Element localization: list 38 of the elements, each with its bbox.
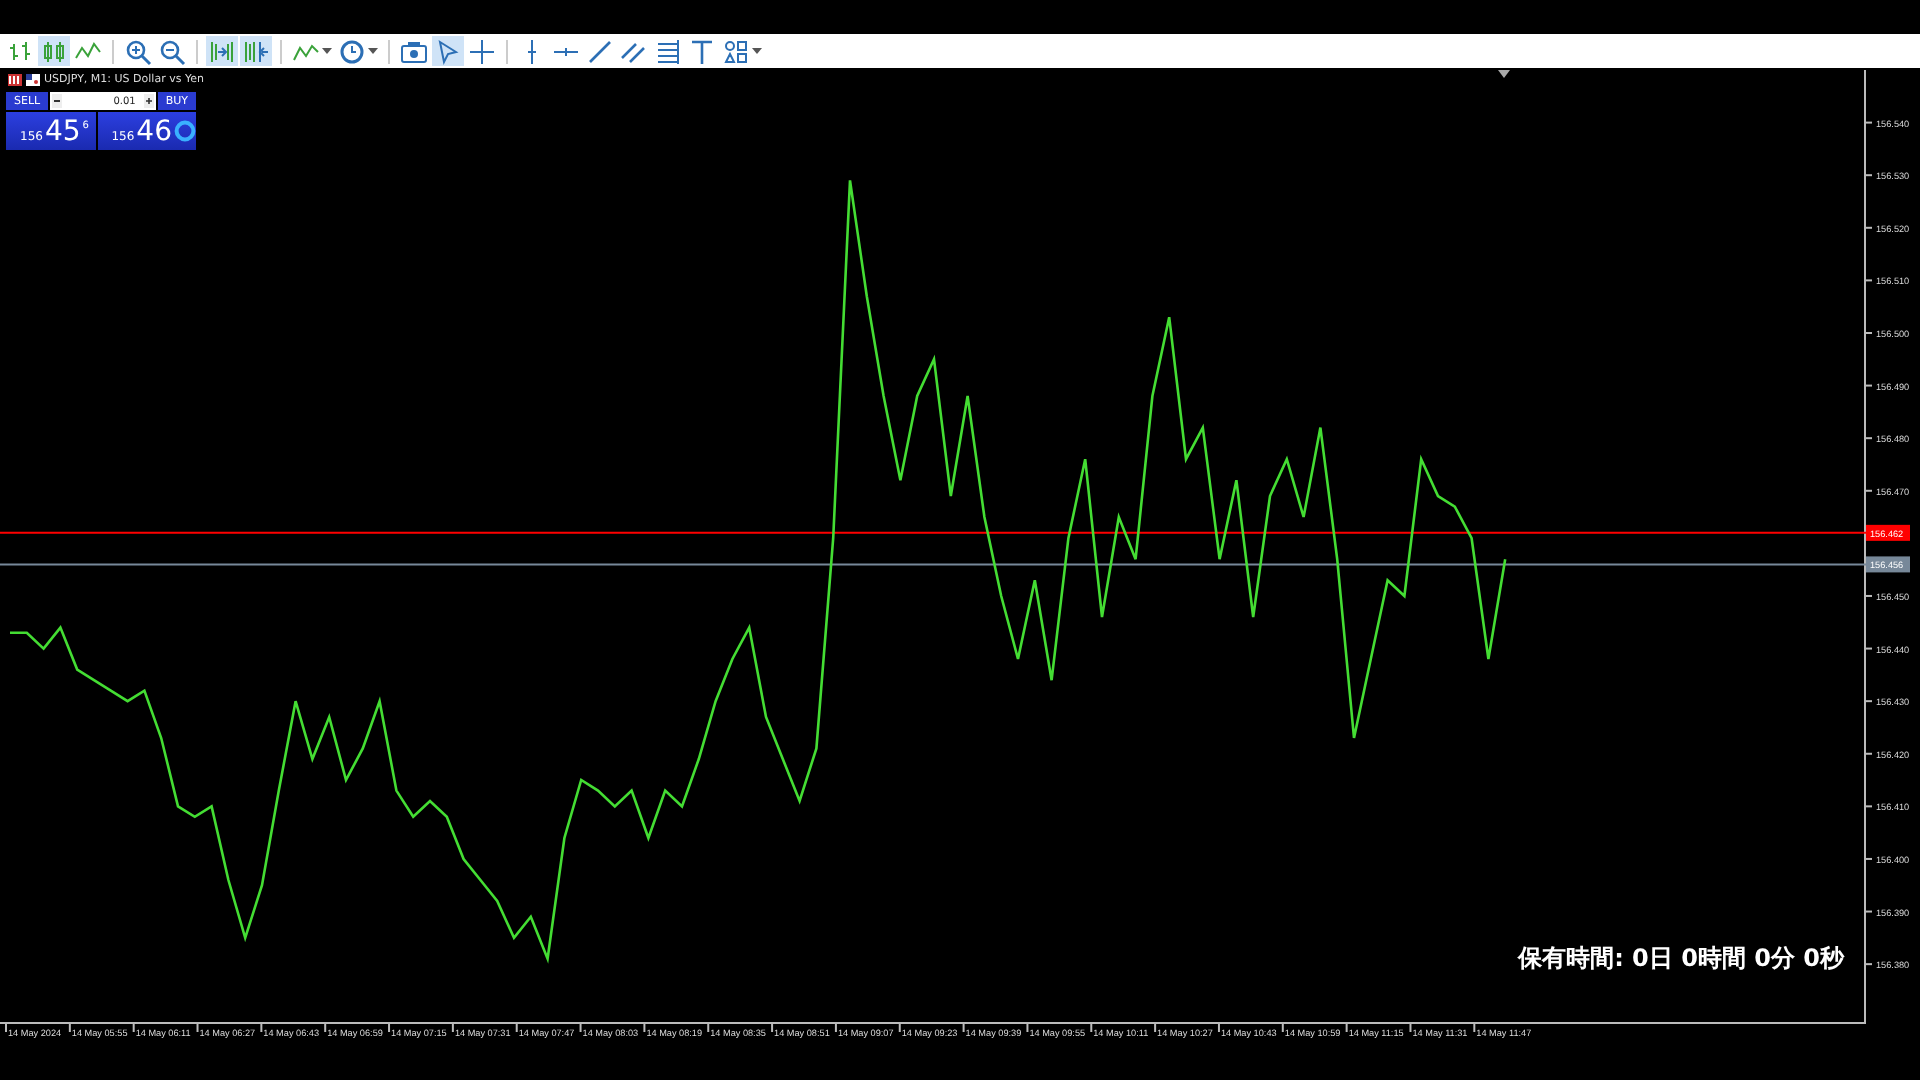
crosshair-icon: [468, 37, 496, 65]
chart-shift-icon: [242, 37, 270, 65]
toolbar-button[interactable]: [156, 36, 188, 66]
plus-icon: [145, 98, 152, 104]
toolbar-button[interactable]: [584, 36, 616, 66]
bars-icon: [6, 37, 34, 65]
toolbar-button[interactable]: [398, 36, 430, 66]
toolbar-button[interactable]: [466, 36, 498, 66]
shapes-icon: [722, 37, 750, 65]
toolbar-button[interactable]: [122, 36, 154, 66]
caret-icon: [752, 47, 762, 55]
candles-icon: [40, 37, 68, 65]
toolbar-button[interactable]: [652, 36, 684, 66]
loading-circle-icon: [174, 120, 196, 142]
chart-icon: [8, 74, 22, 86]
autoscroll-icon: [208, 37, 236, 65]
flag-icon: [26, 74, 40, 86]
cursor-icon: [434, 37, 462, 65]
zoom-out-icon: [158, 37, 186, 65]
text-icon: [688, 37, 716, 65]
caret-icon: [322, 47, 332, 55]
zoom-in-icon: [124, 37, 152, 65]
increase-button[interactable]: [143, 94, 154, 108]
toolbar-button[interactable]: [206, 36, 238, 66]
toolbar-button[interactable]: [240, 36, 272, 66]
toolbar-button[interactable]: [686, 36, 718, 66]
minus-icon: [54, 98, 61, 104]
caret-icon: [368, 47, 378, 55]
toolbar-button[interactable]: [720, 36, 764, 66]
toolbar-button[interactable]: [432, 36, 464, 66]
toolbar-button[interactable]: [4, 36, 36, 66]
camera-icon: [400, 37, 428, 65]
trendline-icon: [586, 37, 614, 65]
holding-time-text: 保有時間: 0日 0時間 0分 0秒: [1518, 942, 1844, 976]
decrease-button[interactable]: [52, 94, 63, 108]
toolbar-button[interactable]: [336, 36, 380, 66]
clock-icon: [338, 37, 366, 65]
fibo-icon: [654, 37, 682, 65]
